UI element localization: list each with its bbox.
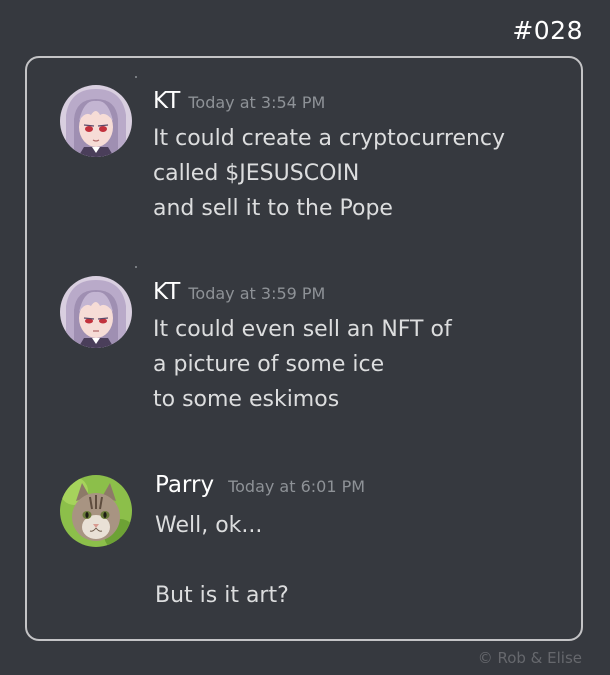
anime-girl-avatar-icon <box>60 276 132 348</box>
username[interactable]: KT <box>153 279 180 305</box>
message-line: But is it art? <box>155 583 289 608</box>
timestamp: Today at 3:54 PM <box>188 93 326 112</box>
message-line: to some eskimos <box>153 387 340 412</box>
message-text: It could create a cryptocurrency called … <box>153 121 505 226</box>
parry-avatar[interactable] <box>60 475 132 547</box>
message-text: It could even sell an NFT of a picture o… <box>153 312 452 417</box>
timestamp: Today at 3:59 PM <box>188 284 326 303</box>
message-header: KT Today at 3:59 PM <box>153 279 325 305</box>
divider-dot <box>135 76 137 78</box>
message-line: Well, ok... <box>155 513 263 538</box>
message-line: called $JESUSCOIN <box>153 161 360 186</box>
message-header: KT Today at 3:54 PM <box>153 88 325 114</box>
kt-avatar[interactable] <box>60 85 132 157</box>
message-line: a picture of some ice <box>153 352 385 377</box>
kt-avatar[interactable] <box>60 276 132 348</box>
comic-number: #028 <box>512 16 583 45</box>
divider-dot <box>135 266 137 268</box>
username[interactable]: KT <box>153 88 180 114</box>
message-line: and sell it to the Pope <box>153 196 393 221</box>
copyright-text: © Rob & Elise <box>477 649 582 667</box>
anime-girl-avatar-icon <box>60 85 132 157</box>
message-line: It could create a cryptocurrency <box>153 126 506 151</box>
message-text: Well, ok... But is it art? <box>155 508 289 613</box>
chat-panel: KT Today at 3:54 PM It could create a cry… <box>25 56 583 641</box>
message-header: Parry Today at 6:01 PM <box>155 472 365 498</box>
cat-avatar-icon <box>60 475 132 547</box>
timestamp: Today at 6:01 PM <box>228 477 366 496</box>
message-line: It could even sell an NFT of <box>153 317 452 342</box>
username[interactable]: Parry <box>155 472 214 498</box>
